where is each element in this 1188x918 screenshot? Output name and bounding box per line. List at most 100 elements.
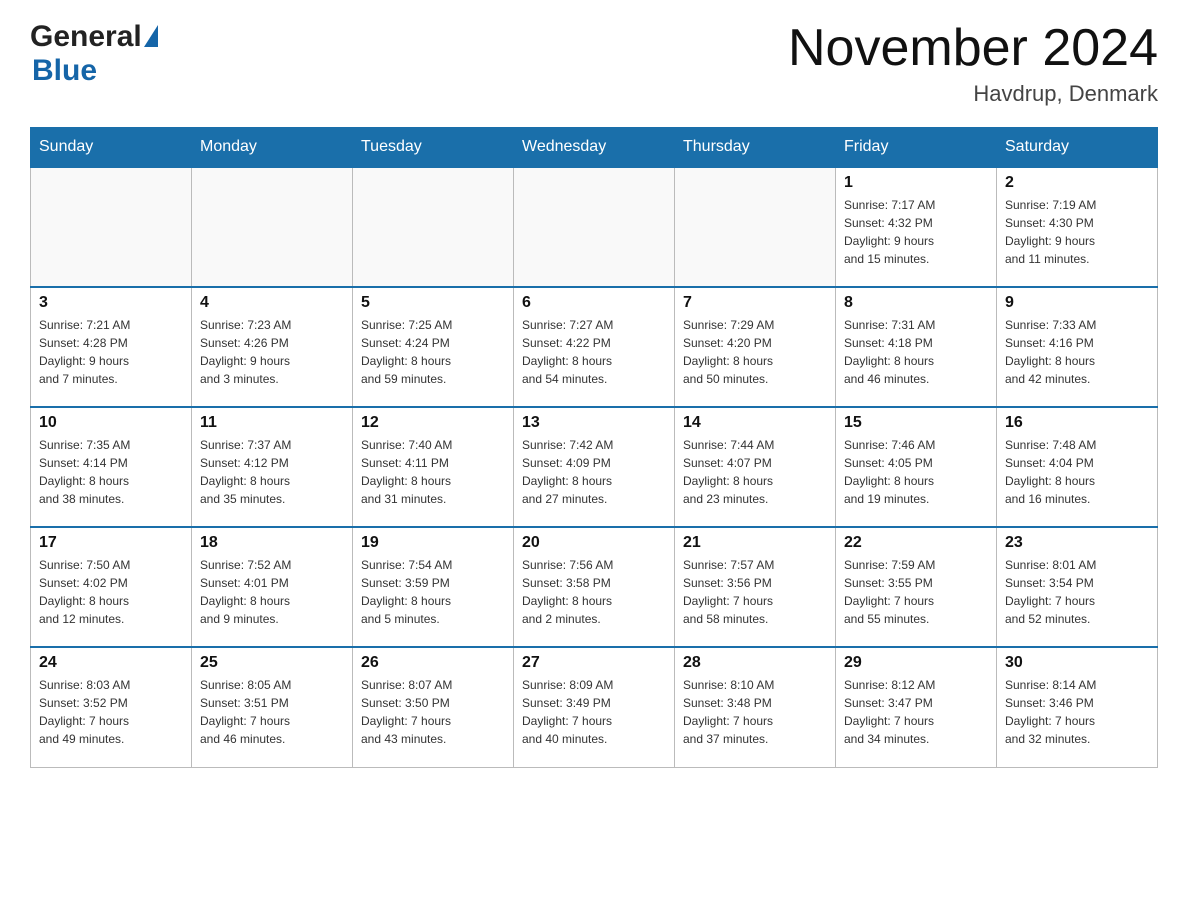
- calendar-cell: 20 Sunrise: 7:56 AMSunset: 3:58 PMDayligh…: [514, 527, 675, 647]
- calendar-cell: 9 Sunrise: 7:33 AMSunset: 4:16 PMDaylight…: [997, 287, 1158, 407]
- day-sun-info: Sunrise: 8:05 AMSunset: 3:51 PMDaylight:…: [200, 676, 344, 748]
- calendar-cell: [353, 167, 514, 287]
- month-year-title: November 2024: [788, 20, 1158, 77]
- day-sun-info: Sunrise: 7:50 AMSunset: 4:02 PMDaylight:…: [39, 556, 183, 628]
- week-row-2: 3 Sunrise: 7:21 AMSunset: 4:28 PMDaylight…: [31, 287, 1158, 407]
- day-number: 19: [361, 534, 505, 552]
- calendar-cell: 23Sunrise: 8:01 AMSunset: 3:54 PMDayligh…: [997, 527, 1158, 647]
- title-area: November 2024 Havdrup, Denmark: [788, 20, 1158, 107]
- calendar-cell: 28 Sunrise: 8:10 AMSunset: 3:48 PMDayligh…: [675, 647, 836, 767]
- day-sun-info: Sunrise: 7:56 AMSunset: 3:58 PMDaylight:…: [522, 556, 666, 628]
- day-sun-info: Sunrise: 7:57 AMSunset: 3:56 PMDaylight:…: [683, 556, 827, 628]
- calendar-cell: 30 Sunrise: 8:14 AMSunset: 3:46 PMDayligh…: [997, 647, 1158, 767]
- day-number: 3: [39, 294, 183, 312]
- weekday-header-tuesday: Tuesday: [353, 128, 514, 168]
- calendar-cell: 10Sunrise: 7:35 AMSunset: 4:14 PMDayligh…: [31, 407, 192, 527]
- calendar-table: SundayMondayTuesdayWednesdayThursdayFrid…: [30, 127, 1158, 768]
- day-number: 27: [522, 654, 666, 672]
- day-number: 28: [683, 654, 827, 672]
- week-row-4: 17 Sunrise: 7:50 AMSunset: 4:02 PMDayligh…: [31, 527, 1158, 647]
- day-sun-info: Sunrise: 8:14 AMSunset: 3:46 PMDaylight:…: [1005, 676, 1149, 748]
- week-row-1: 1Sunrise: 7:17 AMSunset: 4:32 PMDaylight…: [31, 167, 1158, 287]
- day-sun-info: Sunrise: 7:23 AMSunset: 4:26 PMDaylight:…: [200, 316, 344, 388]
- calendar-cell: [31, 167, 192, 287]
- weekday-header-monday: Monday: [192, 128, 353, 168]
- calendar-cell: [192, 167, 353, 287]
- day-number: 15: [844, 414, 988, 432]
- day-number: 20: [522, 534, 666, 552]
- day-number: 9: [1005, 294, 1149, 312]
- calendar-cell: 18Sunrise: 7:52 AMSunset: 4:01 PMDayligh…: [192, 527, 353, 647]
- weekday-header-thursday: Thursday: [675, 128, 836, 168]
- week-row-3: 10Sunrise: 7:35 AMSunset: 4:14 PMDayligh…: [31, 407, 1158, 527]
- calendar-cell: 13Sunrise: 7:42 AMSunset: 4:09 PMDayligh…: [514, 407, 675, 527]
- calendar-cell: 14Sunrise: 7:44 AMSunset: 4:07 PMDayligh…: [675, 407, 836, 527]
- calendar-cell: 11 Sunrise: 7:37 AMSunset: 4:12 PMDayligh…: [192, 407, 353, 527]
- calendar-cell: 17 Sunrise: 7:50 AMSunset: 4:02 PMDayligh…: [31, 527, 192, 647]
- day-sun-info: Sunrise: 7:46 AMSunset: 4:05 PMDaylight:…: [844, 436, 988, 508]
- calendar-cell: 6 Sunrise: 7:27 AMSunset: 4:22 PMDaylight…: [514, 287, 675, 407]
- day-number: 10: [39, 414, 183, 432]
- logo: General Blue: [30, 20, 158, 88]
- day-sun-info: Sunrise: 7:27 AMSunset: 4:22 PMDaylight:…: [522, 316, 666, 388]
- day-sun-info: Sunrise: 7:33 AMSunset: 4:16 PMDaylight:…: [1005, 316, 1149, 388]
- day-number: 17: [39, 534, 183, 552]
- day-number: 22: [844, 534, 988, 552]
- day-number: 24: [39, 654, 183, 672]
- day-number: 13: [522, 414, 666, 432]
- day-number: 30: [1005, 654, 1149, 672]
- day-number: 12: [361, 414, 505, 432]
- weekday-header-friday: Friday: [836, 128, 997, 168]
- weekday-header-row: SundayMondayTuesdayWednesdayThursdayFrid…: [31, 128, 1158, 168]
- calendar-cell: 5 Sunrise: 7:25 AMSunset: 4:24 PMDaylight…: [353, 287, 514, 407]
- calendar-cell: 16 Sunrise: 7:48 AMSunset: 4:04 PMDayligh…: [997, 407, 1158, 527]
- day-number: 5: [361, 294, 505, 312]
- calendar-cell: 4 Sunrise: 7:23 AMSunset: 4:26 PMDaylight…: [192, 287, 353, 407]
- day-sun-info: Sunrise: 7:48 AMSunset: 4:04 PMDaylight:…: [1005, 436, 1149, 508]
- day-number: 11: [200, 414, 344, 432]
- calendar-cell: 15 Sunrise: 7:46 AMSunset: 4:05 PMDayligh…: [836, 407, 997, 527]
- day-number: 2: [1005, 174, 1149, 192]
- calendar-cell: 21Sunrise: 7:57 AMSunset: 3:56 PMDayligh…: [675, 527, 836, 647]
- day-sun-info: Sunrise: 7:59 AMSunset: 3:55 PMDaylight:…: [844, 556, 988, 628]
- weekday-header-sunday: Sunday: [31, 128, 192, 168]
- calendar-cell: [514, 167, 675, 287]
- logo-blue-text: Blue: [32, 54, 97, 88]
- location-subtitle: Havdrup, Denmark: [788, 81, 1158, 107]
- day-sun-info: Sunrise: 7:21 AMSunset: 4:28 PMDaylight:…: [39, 316, 183, 388]
- day-number: 16: [1005, 414, 1149, 432]
- day-sun-info: Sunrise: 7:44 AMSunset: 4:07 PMDaylight:…: [683, 436, 827, 508]
- day-number: 7: [683, 294, 827, 312]
- day-sun-info: Sunrise: 7:19 AMSunset: 4:30 PMDaylight:…: [1005, 196, 1149, 268]
- calendar-cell: 24Sunrise: 8:03 AMSunset: 3:52 PMDayligh…: [31, 647, 192, 767]
- day-sun-info: Sunrise: 7:54 AMSunset: 3:59 PMDaylight:…: [361, 556, 505, 628]
- calendar-cell: 25 Sunrise: 8:05 AMSunset: 3:51 PMDayligh…: [192, 647, 353, 767]
- day-number: 4: [200, 294, 344, 312]
- calendar-cell: 2 Sunrise: 7:19 AMSunset: 4:30 PMDaylight…: [997, 167, 1158, 287]
- calendar-cell: 7 Sunrise: 7:29 AMSunset: 4:20 PMDaylight…: [675, 287, 836, 407]
- logo-general-text: General: [30, 20, 142, 54]
- day-sun-info: Sunrise: 7:25 AMSunset: 4:24 PMDaylight:…: [361, 316, 505, 388]
- day-sun-info: Sunrise: 7:31 AMSunset: 4:18 PMDaylight:…: [844, 316, 988, 388]
- calendar-cell: 19 Sunrise: 7:54 AMSunset: 3:59 PMDayligh…: [353, 527, 514, 647]
- day-sun-info: Sunrise: 8:10 AMSunset: 3:48 PMDaylight:…: [683, 676, 827, 748]
- calendar-cell: [675, 167, 836, 287]
- day-sun-info: Sunrise: 7:40 AMSunset: 4:11 PMDaylight:…: [361, 436, 505, 508]
- weekday-header-saturday: Saturday: [997, 128, 1158, 168]
- day-number: 1: [844, 174, 988, 192]
- day-number: 29: [844, 654, 988, 672]
- day-sun-info: Sunrise: 7:52 AMSunset: 4:01 PMDaylight:…: [200, 556, 344, 628]
- calendar-cell: 22 Sunrise: 7:59 AMSunset: 3:55 PMDayligh…: [836, 527, 997, 647]
- day-sun-info: Sunrise: 8:12 AMSunset: 3:47 PMDaylight:…: [844, 676, 988, 748]
- day-sun-info: Sunrise: 7:37 AMSunset: 4:12 PMDaylight:…: [200, 436, 344, 508]
- day-number: 25: [200, 654, 344, 672]
- weekday-header-wednesday: Wednesday: [514, 128, 675, 168]
- logo-triangle-icon: [144, 25, 158, 47]
- calendar-cell: 29 Sunrise: 8:12 AMSunset: 3:47 PMDayligh…: [836, 647, 997, 767]
- calendar-cell: 8Sunrise: 7:31 AMSunset: 4:18 PMDaylight…: [836, 287, 997, 407]
- week-row-5: 24Sunrise: 8:03 AMSunset: 3:52 PMDayligh…: [31, 647, 1158, 767]
- day-sun-info: Sunrise: 8:01 AMSunset: 3:54 PMDaylight:…: [1005, 556, 1149, 628]
- calendar-cell: 27Sunrise: 8:09 AMSunset: 3:49 PMDayligh…: [514, 647, 675, 767]
- day-number: 6: [522, 294, 666, 312]
- day-sun-info: Sunrise: 7:29 AMSunset: 4:20 PMDaylight:…: [683, 316, 827, 388]
